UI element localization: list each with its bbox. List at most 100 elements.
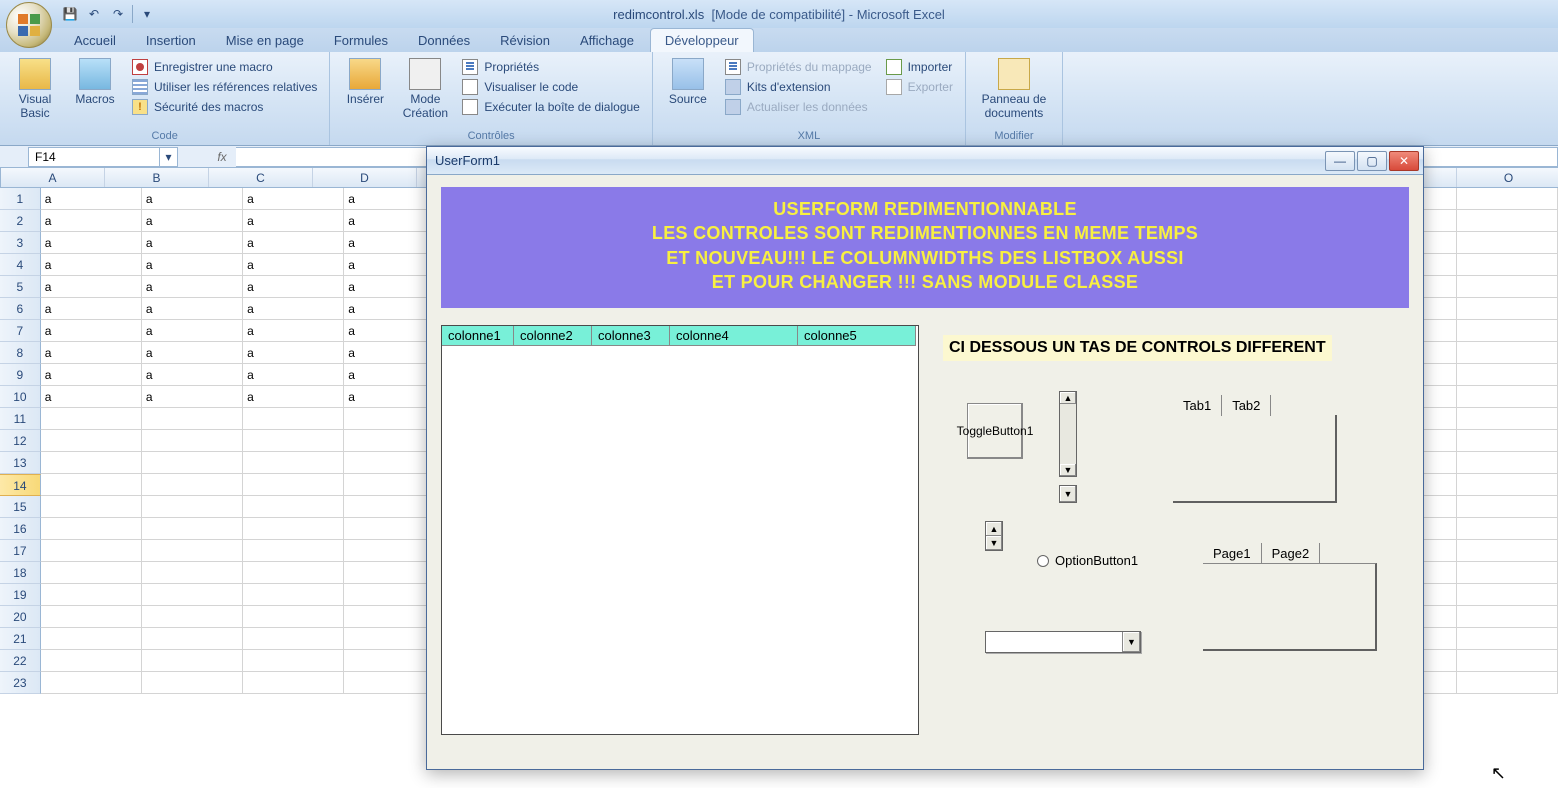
cell[interactable]: [142, 628, 243, 650]
row-header[interactable]: 7: [0, 320, 41, 342]
cell[interactable]: [41, 584, 142, 606]
tabstrip-tab[interactable]: Tab1: [1173, 395, 1222, 416]
cell[interactable]: a: [142, 364, 243, 386]
row-header[interactable]: 22: [0, 650, 41, 672]
cell[interactable]: [1457, 430, 1558, 452]
tabstrip[interactable]: Tab1Tab2: [1173, 395, 1337, 509]
extension-kits-button[interactable]: Kits d'extension: [721, 78, 876, 96]
row-header[interactable]: 1: [0, 188, 41, 210]
scroll-track[interactable]: [1060, 404, 1076, 464]
cell[interactable]: [243, 452, 344, 474]
row-header[interactable]: 21: [0, 628, 41, 650]
cell[interactable]: [41, 672, 142, 694]
cell[interactable]: [1457, 628, 1558, 650]
combobox-dropdown-icon[interactable]: ▼: [1122, 632, 1140, 652]
view-code-button[interactable]: Visualiser le code: [458, 78, 643, 96]
cell[interactable]: a: [142, 298, 243, 320]
qat-customize-icon[interactable]: ▾: [137, 4, 157, 24]
cell[interactable]: [243, 562, 344, 584]
cell[interactable]: [142, 584, 243, 606]
row-header[interactable]: 14: [0, 474, 41, 496]
row-header[interactable]: 23: [0, 672, 41, 694]
cell[interactable]: a: [41, 254, 142, 276]
doc-panel-button[interactable]: Panneau de documents: [974, 56, 1054, 128]
tab-insertion[interactable]: Insertion: [132, 29, 210, 52]
cell[interactable]: [1457, 342, 1558, 364]
cell[interactable]: [1457, 650, 1558, 672]
cell[interactable]: a: [142, 210, 243, 232]
row-header[interactable]: 9: [0, 364, 41, 386]
save-icon[interactable]: 💾: [60, 4, 80, 24]
cell[interactable]: [142, 518, 243, 540]
record-macro-button[interactable]: Enregistrer une macro: [128, 58, 321, 76]
cell[interactable]: [1457, 518, 1558, 540]
cell[interactable]: a: [142, 188, 243, 210]
cell[interactable]: [41, 474, 142, 496]
row-header[interactable]: 10: [0, 386, 41, 408]
listbox[interactable]: colonne1colonne2colonne3colonne4colonne5: [441, 325, 919, 735]
spin-down-icon[interactable]: ▼: [986, 536, 1002, 550]
cell[interactable]: [142, 650, 243, 672]
cell[interactable]: [41, 562, 142, 584]
row-header[interactable]: 2: [0, 210, 41, 232]
cell[interactable]: a: [41, 364, 142, 386]
cell[interactable]: [243, 650, 344, 672]
properties-button[interactable]: Propriétés: [458, 58, 643, 76]
row-header[interactable]: 15: [0, 496, 41, 518]
cell[interactable]: [41, 430, 142, 452]
row-header[interactable]: 11: [0, 408, 41, 430]
spin-button[interactable]: ▲ ▼: [985, 521, 1003, 551]
column-header[interactable]: O: [1457, 168, 1558, 187]
row-header[interactable]: 12: [0, 430, 41, 452]
cell[interactable]: [142, 606, 243, 628]
cell[interactable]: a: [41, 298, 142, 320]
cell[interactable]: [142, 452, 243, 474]
tab-données[interactable]: Données: [404, 29, 484, 52]
combobox[interactable]: ▼: [985, 631, 1141, 653]
multipage-tab[interactable]: Page1: [1203, 543, 1262, 564]
row-header[interactable]: 16: [0, 518, 41, 540]
cell[interactable]: [243, 496, 344, 518]
cell[interactable]: [1457, 606, 1558, 628]
cell[interactable]: a: [41, 232, 142, 254]
cell[interactable]: [1457, 188, 1558, 210]
row-header[interactable]: 19: [0, 584, 41, 606]
row-header[interactable]: 20: [0, 606, 41, 628]
column-header[interactable]: A: [1, 168, 105, 187]
cell[interactable]: a: [41, 188, 142, 210]
tab-révision[interactable]: Révision: [486, 29, 564, 52]
fx-icon[interactable]: fx: [208, 150, 236, 164]
design-mode-button[interactable]: Mode Création: [398, 56, 452, 128]
scroll-down-icon[interactable]: ▼: [1060, 464, 1076, 476]
tab-affichage[interactable]: Affichage: [566, 29, 648, 52]
cell[interactable]: a: [243, 364, 344, 386]
row-header[interactable]: 6: [0, 298, 41, 320]
listbox-column-header[interactable]: colonne2: [514, 326, 592, 346]
office-button[interactable]: [6, 2, 52, 48]
cell[interactable]: [41, 650, 142, 672]
cell[interactable]: a: [243, 232, 344, 254]
cell[interactable]: [1457, 210, 1558, 232]
cell[interactable]: [1457, 408, 1558, 430]
name-box-dropdown-icon[interactable]: ▾: [159, 148, 177, 166]
cell[interactable]: a: [41, 342, 142, 364]
cell[interactable]: [243, 584, 344, 606]
cell[interactable]: [41, 496, 142, 518]
tab-accueil[interactable]: Accueil: [60, 29, 130, 52]
cell[interactable]: [142, 474, 243, 496]
multipage-tab[interactable]: Page2: [1262, 543, 1321, 564]
cell[interactable]: [41, 628, 142, 650]
insert-control-button[interactable]: Insérer: [338, 56, 392, 128]
cell[interactable]: a: [142, 342, 243, 364]
cell[interactable]: a: [142, 254, 243, 276]
row-header[interactable]: 18: [0, 562, 41, 584]
cell[interactable]: [142, 430, 243, 452]
listbox-column-header[interactable]: colonne1: [442, 326, 514, 346]
multipage[interactable]: Page1Page2: [1203, 543, 1377, 663]
cell[interactable]: a: [41, 276, 142, 298]
option-button[interactable]: OptionButton1: [1037, 553, 1138, 568]
macros-button[interactable]: Macros: [68, 56, 122, 128]
cell[interactable]: a: [243, 210, 344, 232]
redo-icon[interactable]: ↷: [108, 4, 128, 24]
cell[interactable]: [41, 540, 142, 562]
